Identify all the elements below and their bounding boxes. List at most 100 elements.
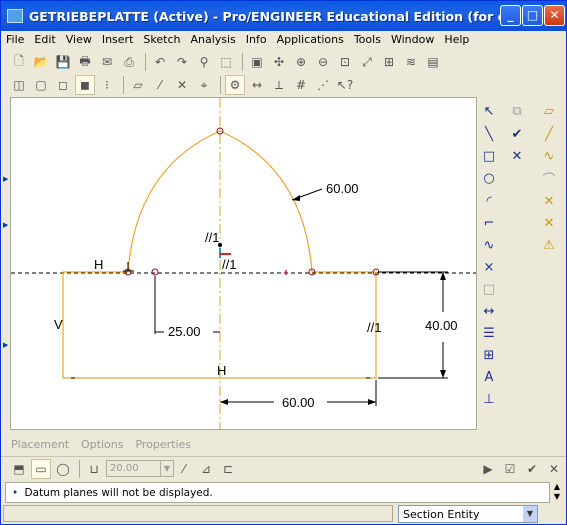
selection-filter-dropdown[interactable]: Section Entity ▼ (398, 505, 538, 523)
rectangle-icon[interactable]: □ (479, 146, 499, 166)
horizontal-constraint-top[interactable]: H (94, 257, 103, 272)
fillet-icon[interactable]: ⌐ (479, 213, 499, 233)
new-file-icon[interactable]: 🗋 (9, 52, 29, 72)
find-icon[interactable]: ⚲ (194, 52, 214, 72)
parallel-constraint-mid[interactable]: //1 (222, 257, 236, 272)
spline-icon[interactable]: ∿ (539, 146, 559, 166)
redo-icon[interactable]: ↷ (172, 52, 192, 72)
left-collapse-strip[interactable]: ▶ ▶ ▶ (3, 97, 10, 433)
print-icon[interactable]: 🖶 (75, 52, 95, 72)
depth-value-input[interactable]: 20.00 ▼ (106, 460, 174, 477)
coordinate-systems-icon[interactable]: ⌖ (194, 75, 214, 95)
depth-option-icon[interactable]: ⊔ (84, 459, 104, 479)
vertex-point[interactable] (151, 268, 159, 276)
datum-planes-icon[interactable]: ▱ (128, 75, 148, 95)
cancel-icon[interactable]: ✕ (544, 459, 564, 479)
zoom-in-icon[interactable]: ⊕ (291, 52, 311, 72)
select-pointer-icon[interactable]: ↖ (479, 101, 499, 121)
surface-icon[interactable]: ◯ (53, 459, 73, 479)
arc-dimension-60[interactable]: 60.00 (326, 181, 359, 196)
view-manager-icon[interactable]: ▤ (423, 52, 443, 72)
close-button[interactable]: ✕ (544, 5, 565, 26)
expand-arrow-icon[interactable]: ▶ (3, 341, 8, 349)
repaint-icon[interactable]: ▣ (247, 52, 267, 72)
check-icon[interactable]: ✔ (507, 124, 527, 144)
trim-icon[interactable]: ⊥ (479, 389, 499, 409)
dimension-40[interactable]: 40.00 (425, 318, 458, 333)
grid-display-icon[interactable]: # (291, 75, 311, 95)
undo-icon[interactable]: ↶ (150, 52, 170, 72)
email-icon[interactable]: ✉ (97, 52, 117, 72)
vertex-display-icon[interactable]: ⋰ (313, 75, 333, 95)
tab-placement[interactable]: Placement (11, 438, 69, 451)
dimension-icon[interactable]: ↔ (479, 301, 499, 321)
modify-icon[interactable]: ☰ (479, 323, 499, 343)
maximize-button[interactable]: □ (522, 5, 543, 26)
palette-icon[interactable]: ⧉ (507, 101, 527, 121)
menu-edit[interactable]: Edit (29, 31, 60, 49)
coordinate-point-icon[interactable]: ✕ (539, 213, 559, 233)
preview-icon[interactable]: ☑ (500, 459, 520, 479)
sketch-canvas[interactable]: 60.00 25.00 40.00 60.00 H V H //1 //1 //… (11, 98, 476, 429)
right-arc[interactable] (219, 130, 313, 273)
no-hidden-icon[interactable]: ◻ (53, 75, 73, 95)
sketch-text-icon[interactable]: A (479, 367, 499, 387)
menu-info[interactable]: Info (241, 31, 272, 49)
solid-icon[interactable]: ▭ (31, 458, 51, 479)
dimension-display-icon[interactable]: ↔ (247, 75, 267, 95)
datum-plane-sketch-icon[interactable]: ▱ (539, 101, 559, 121)
expand-arrow-icon[interactable]: ▶ (3, 221, 8, 229)
text-icon[interactable]: ⚠ (539, 235, 559, 255)
open-folder-icon[interactable]: 📂 (31, 52, 51, 72)
remove-material-icon[interactable]: ⊿ (196, 459, 216, 479)
tab-properties[interactable]: Properties (135, 438, 191, 451)
menu-view[interactable]: View (61, 31, 97, 49)
point-icon[interactable]: ✕ (539, 191, 559, 211)
graphics-window[interactable]: 60.00 25.00 40.00 60.00 H V H //1 //1 //… (10, 97, 477, 430)
vertical-constraint[interactable]: V (54, 317, 63, 332)
constraints-icon[interactable]: ⊞ (479, 345, 499, 365)
sketch-point-icon[interactable]: × (479, 257, 499, 277)
flip-direction-icon[interactable]: ⁄ (174, 459, 194, 479)
minimize-button[interactable]: _ (500, 5, 521, 26)
line-icon[interactable]: ╲ (479, 124, 499, 144)
expand-arrow-icon[interactable]: ▶ (3, 175, 8, 183)
cross-icon[interactable]: ✕ (507, 146, 527, 166)
dimension-60-bottom[interactable]: 60.00 (282, 395, 315, 410)
use-edge-icon[interactable]: □ (479, 279, 499, 299)
dimension-25[interactable]: 25.00 (168, 324, 201, 339)
confirm-icon[interactable]: ✔ (522, 459, 542, 479)
hidden-line-icon[interactable]: ▢ (31, 75, 51, 95)
zoom-out-icon[interactable]: ⊖ (313, 52, 333, 72)
refit-icon[interactable]: ⊡ (335, 52, 355, 72)
sketch-settings-icon[interactable]: ⚙ (225, 75, 245, 95)
menu-applications[interactable]: Applications (272, 31, 349, 49)
menu-insert[interactable]: Insert (97, 31, 139, 49)
parallel-constraint-right[interactable]: //1 (367, 320, 381, 335)
chevron-down-icon[interactable]: ▼ (160, 461, 173, 476)
reorient-icon[interactable]: ⤢ (357, 52, 377, 72)
menu-tools[interactable]: Tools (349, 31, 386, 49)
datum-axes-icon[interactable]: ⁄ (150, 75, 170, 95)
menu-window[interactable]: Window (386, 31, 439, 49)
send-icon[interactable]: ⎙ (119, 52, 139, 72)
chevron-down-icon[interactable]: ▼ (523, 506, 537, 522)
menu-file[interactable]: File (1, 31, 29, 49)
arc-icon[interactable]: ◜ (479, 191, 499, 211)
left-arc[interactable] (127, 130, 221, 273)
shading-icon[interactable]: ◼ (75, 75, 95, 95)
menu-sketch[interactable]: Sketch (138, 31, 185, 49)
menu-analysis[interactable]: Analysis (185, 31, 240, 49)
message-scrollbar[interactable]: ▲ ▼ (551, 482, 563, 503)
parallel-constraint-top[interactable]: //1 (205, 230, 219, 245)
help-pointer-icon[interactable]: ↖? (335, 75, 355, 95)
datum-points-icon[interactable]: ✕ (172, 75, 192, 95)
spline-tool-icon[interactable]: ∿ (479, 235, 499, 255)
horizontal-constraint-bottom[interactable]: H (217, 363, 226, 378)
extrude-icon[interactable]: ⬒ (9, 459, 29, 479)
saved-views-icon[interactable]: ⊞ (379, 52, 399, 72)
centerline-icon[interactable]: ╱ (539, 124, 559, 144)
spin-center-icon[interactable]: ✣ (269, 52, 289, 72)
model-tree-icon[interactable]: ⁝ (97, 75, 117, 95)
layers-icon[interactable]: ≋ (401, 52, 421, 72)
